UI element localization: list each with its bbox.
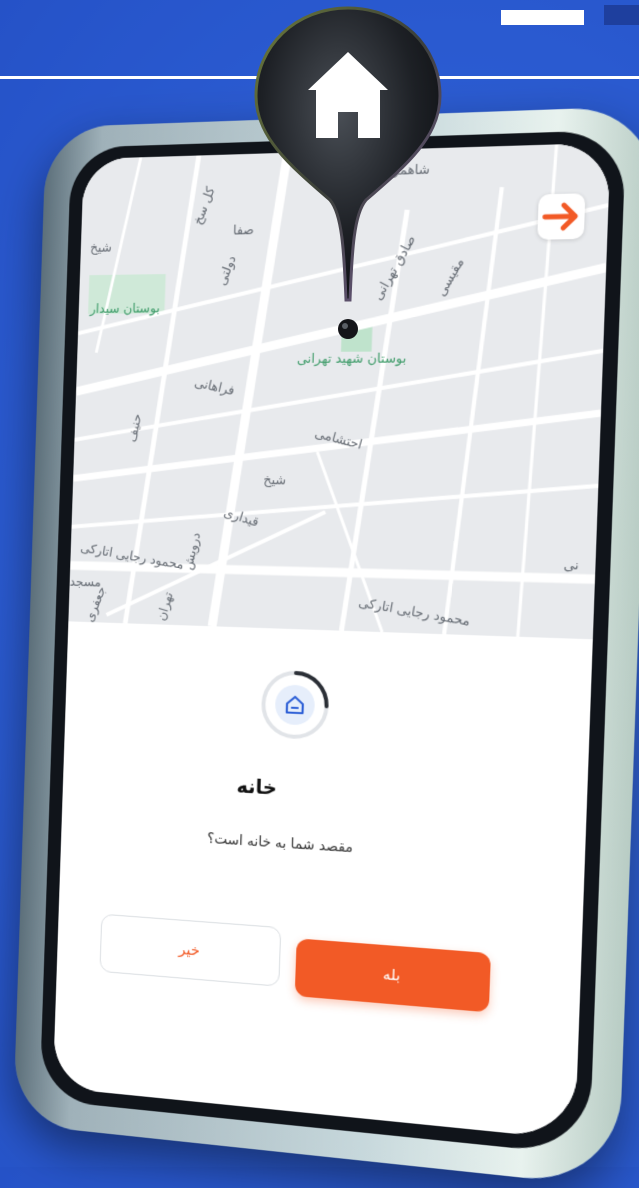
no-button[interactable]: خیر xyxy=(99,913,282,987)
map-label: شیخ xyxy=(89,240,113,256)
header-decor-dark xyxy=(604,5,639,25)
map-label: بوستان سیدار xyxy=(89,301,161,317)
back-button[interactable] xyxy=(537,193,586,240)
confirm-sheet: خانه مقصد شما به خانه است؟ خیر بله xyxy=(52,621,593,1140)
home-pin-icon xyxy=(248,0,448,345)
map-label: بوستان شهید تهرانی xyxy=(296,351,407,367)
sheet-question: مقصد شما به خانه است؟ xyxy=(206,831,354,857)
sheet-title: خانه xyxy=(236,773,278,800)
yes-button[interactable]: بله xyxy=(294,938,491,1013)
home-icon xyxy=(283,692,308,721)
header-decor xyxy=(501,10,584,25)
map-label: نی xyxy=(563,557,580,574)
home-spinner xyxy=(258,668,331,743)
map-label: شیخ xyxy=(263,473,287,489)
